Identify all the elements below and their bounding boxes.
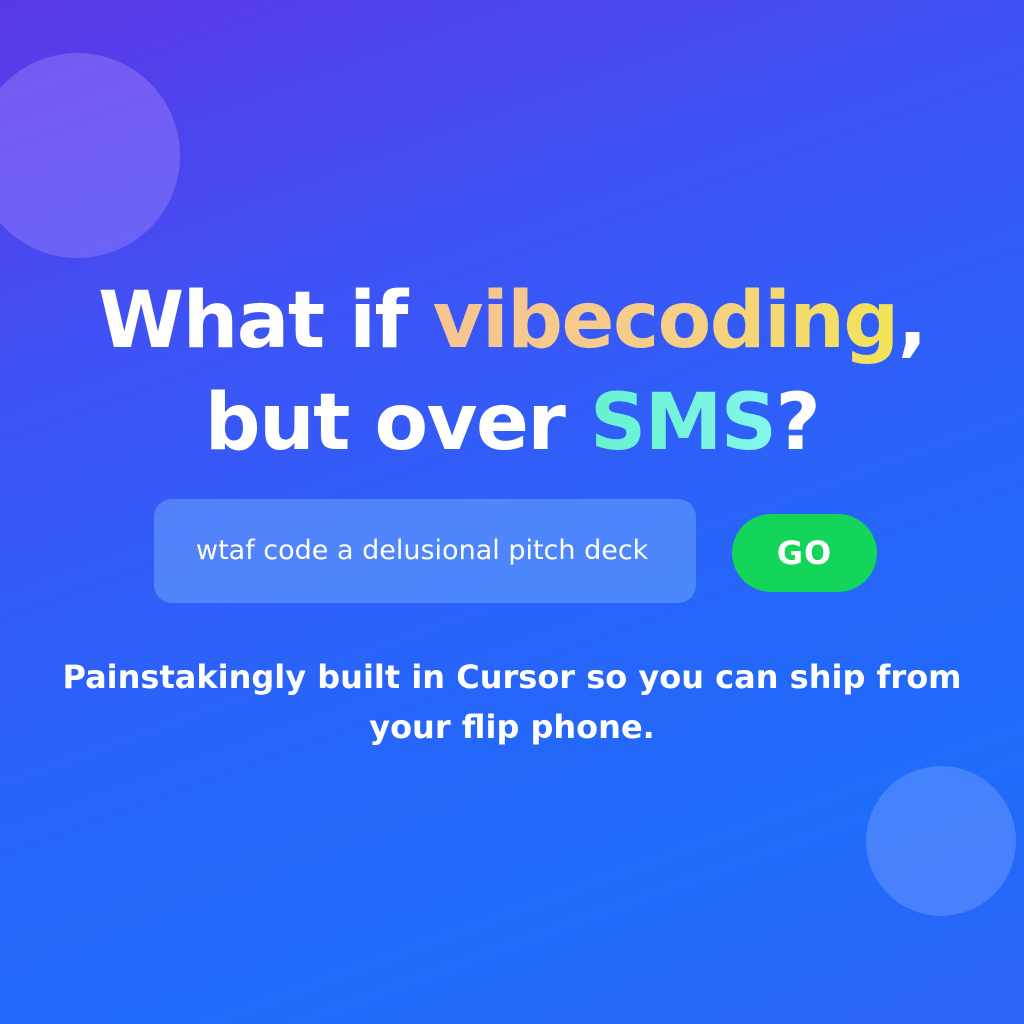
headline-line-1: What if vibecoding, <box>0 270 1024 372</box>
headline-text-what-if: What if <box>98 276 433 366</box>
headline-comma: , <box>897 276 928 366</box>
prompt-input[interactable] <box>154 499 696 603</box>
tagline: Painstakingly built in Cursor so you can… <box>62 658 962 746</box>
headline-highlight-vibecoding: vibecoding <box>432 276 900 366</box>
go-button[interactable]: GO <box>732 514 877 592</box>
decorative-circle-bottom-right <box>866 766 1016 916</box>
headline-question-mark: ? <box>775 378 821 468</box>
headline-highlight-sms: SMS <box>590 378 777 468</box>
hero-headline: What if vibecoding, but over SMS? <box>0 270 1024 474</box>
decorative-circle-top-left <box>0 53 180 258</box>
headline-text-but-over: but over <box>204 378 591 468</box>
headline-line-2: but over SMS? <box>0 372 1024 474</box>
